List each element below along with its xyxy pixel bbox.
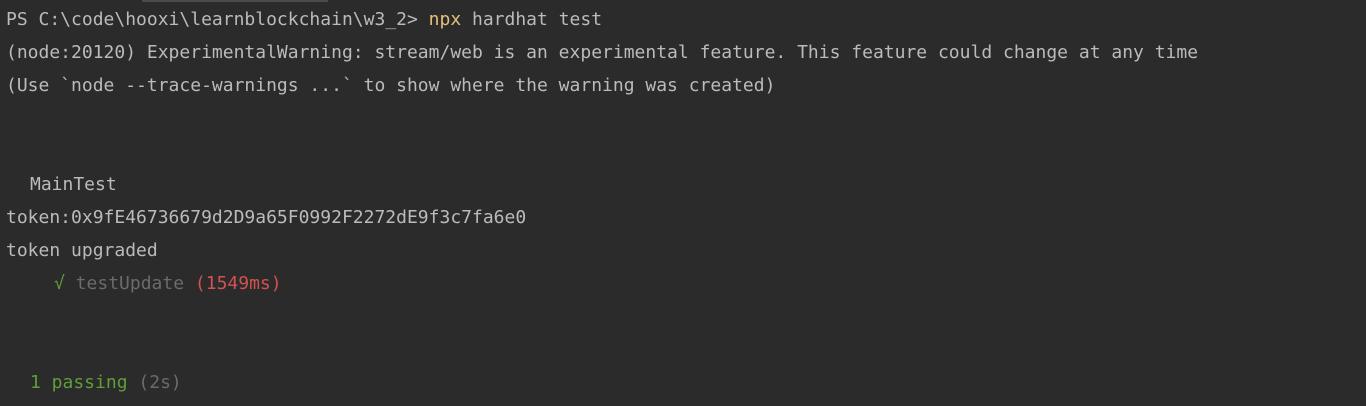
token-upgraded-line: token upgraded	[6, 240, 158, 261]
command-arguments: hardhat test	[461, 9, 603, 30]
token-address-line: token:0x9fE46736679d2D9a65F0992F2272dE9f…	[6, 207, 527, 228]
check-icon: √	[54, 273, 65, 294]
total-duration: (2s)	[138, 372, 182, 393]
prompt-path: PS C:\code\hooxi\learnblockchain\w3_2>	[6, 9, 429, 30]
tab-indicator	[142, 0, 328, 2]
test-result-line: √ testUpdate (1549ms)	[54, 267, 282, 300]
command-executable: npx	[428, 9, 462, 30]
experimental-warning-line: (node:20120) ExperimentalWarning: stream…	[6, 42, 1199, 63]
trace-warnings-hint-line: (Use `node --trace-warnings ...` to show…	[6, 75, 776, 96]
test-summary-line: 1 passing (2s)	[30, 366, 182, 399]
passing-count: 1 passing	[30, 372, 128, 393]
test-name: testUpdate	[75, 273, 185, 294]
test-duration: (1549ms)	[194, 273, 282, 294]
test-suite-name: MainTest	[30, 174, 117, 195]
terminal-output[interactable]: PS C:\code\hooxi\learnblockchain\w3_2> n…	[0, 0, 1366, 406]
prompt-line: PS C:\code\hooxi\learnblockchain\w3_2> n…	[6, 3, 602, 36]
